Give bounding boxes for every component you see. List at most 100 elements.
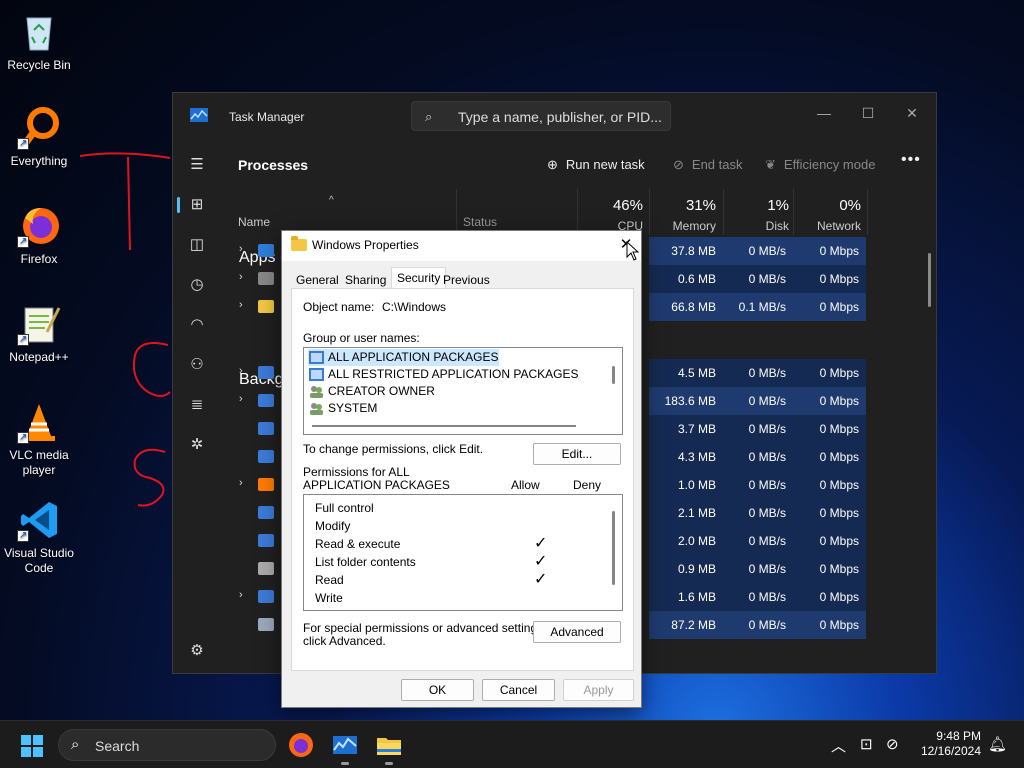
group-user-listbox[interactable]: ALL APPLICATION PACKAGES ALL RESTRICTED … bbox=[303, 347, 623, 435]
change-permissions-hint: To change permissions, click Edit. bbox=[303, 442, 484, 456]
disk-percent: 1% bbox=[767, 197, 789, 214]
search-placeholder: Type a name, publisher, or PID... bbox=[458, 109, 662, 125]
disk-cell: 0 MB/s bbox=[723, 265, 793, 293]
tab-general[interactable]: General bbox=[291, 271, 344, 289]
vertical-scrollbar[interactable] bbox=[928, 253, 931, 307]
more-options-icon[interactable]: ••• bbox=[901, 151, 921, 169]
disk-cell: 0 MB/s bbox=[723, 415, 793, 443]
processes-header: Processes ⊕ Run new task ⊘ End task ❦ Effic… bbox=[221, 137, 936, 189]
memory-cell: 1.6 MB bbox=[649, 583, 723, 611]
ok-button[interactable]: OK bbox=[401, 679, 474, 701]
window-title: Task Manager bbox=[229, 110, 305, 124]
minimize-button[interactable]: — bbox=[801, 99, 847, 127]
expand-chevron-icon[interactable]: › bbox=[239, 271, 243, 283]
taskbar-task-manager-icon[interactable] bbox=[329, 729, 361, 761]
mouse-cursor-icon bbox=[626, 241, 640, 261]
shortcut-arrow-icon bbox=[17, 332, 29, 347]
column-disk-header[interactable]: Disk bbox=[723, 219, 789, 233]
column-network-header[interactable]: Network bbox=[793, 219, 861, 233]
listbox-vertical-scrollbar[interactable] bbox=[612, 366, 615, 384]
column-memory-header[interactable]: Memory bbox=[649, 219, 716, 233]
shortcut-arrow-icon bbox=[17, 430, 29, 445]
package-group-icon bbox=[309, 351, 324, 364]
memory-percent: 31% bbox=[685, 197, 716, 214]
process-icon bbox=[258, 244, 274, 257]
tab-previous-versions[interactable]: Previous Versions bbox=[438, 271, 495, 301]
clock-date: 12/16/2024 bbox=[920, 744, 981, 758]
desktop-icon-recycle-bin[interactable]: Recycle Bin bbox=[0, 10, 78, 73]
network-cell: 0 Mbps bbox=[793, 293, 866, 321]
taskbar-file-explorer-icon[interactable] bbox=[373, 729, 405, 761]
network-cell: 0 Mbps bbox=[793, 237, 866, 265]
users-nav-icon[interactable]: ⚇ bbox=[179, 349, 215, 381]
expand-chevron-icon[interactable]: › bbox=[239, 243, 243, 255]
disk-cell: 0 MB/s bbox=[723, 237, 793, 265]
expand-chevron-icon[interactable]: › bbox=[239, 589, 243, 601]
network-cell: 0 Mbps bbox=[793, 471, 866, 499]
advanced-button[interactable]: Advanced bbox=[533, 621, 621, 643]
desktop-icon-notepadpp[interactable]: Notepad++ bbox=[0, 302, 78, 365]
processes-nav-icon[interactable]: ⊞ bbox=[179, 189, 215, 221]
run-new-task-button[interactable]: ⊕ Run new task bbox=[547, 157, 645, 173]
group-name: CREATOR OWNER bbox=[328, 384, 435, 398]
performance-nav-icon[interactable]: ◫ bbox=[179, 229, 215, 261]
disk-cell: 0 MB/s bbox=[723, 443, 793, 471]
settings-gear-icon[interactable]: ⚙ bbox=[179, 635, 215, 667]
desktop-icon-label: Visual Studio Code bbox=[4, 546, 74, 575]
expand-chevron-icon[interactable]: › bbox=[239, 477, 243, 489]
running-indicator bbox=[385, 762, 393, 765]
process-icon bbox=[258, 478, 274, 491]
details-nav-icon[interactable]: ≣ bbox=[179, 389, 215, 421]
show-hidden-icons-chevron-icon[interactable]: ︿ bbox=[831, 735, 846, 756]
task-manager-logo-icon bbox=[190, 108, 208, 122]
list-item[interactable]: ALL APPLICATION PACKAGES bbox=[308, 349, 499, 366]
close-button[interactable]: ✕ bbox=[889, 99, 935, 127]
expand-chevron-icon[interactable]: › bbox=[239, 393, 243, 405]
expand-chevron-icon[interactable]: › bbox=[239, 365, 243, 377]
column-name-header[interactable]: Name bbox=[238, 215, 270, 229]
system-clock[interactable]: 9:48 PM 12/16/2024 bbox=[905, 729, 981, 759]
memory-cell: 0.6 MB bbox=[649, 265, 723, 293]
desktop-icon-firefox[interactable]: Firefox bbox=[0, 204, 78, 267]
desktop-icon-everything[interactable]: Everything bbox=[0, 106, 78, 169]
network-cell: 0 Mbps bbox=[793, 611, 866, 639]
list-item[interactable]: CREATOR OWNER bbox=[308, 383, 435, 400]
taskbar-search-box[interactable]: ⌕ Search bbox=[58, 729, 276, 761]
notepadpp-icon bbox=[17, 302, 61, 347]
tab-sharing[interactable]: Sharing bbox=[340, 271, 391, 289]
permissions-listbox[interactable]: Full control Modify Read & execute ✓ List fo… bbox=[303, 494, 623, 611]
notifications-bell-icon[interactable]: 🔔︎ bbox=[988, 735, 1007, 753]
disk-cell: 0 MB/s bbox=[723, 359, 793, 387]
column-status-header[interactable]: Status bbox=[463, 215, 497, 229]
app-history-nav-icon[interactable]: ◷ bbox=[179, 269, 215, 301]
desktop-icon-vscode[interactable]: Visual Studio Code bbox=[0, 498, 78, 576]
process-search-input[interactable]: ⌕ Type a name, publisher, or PID... bbox=[411, 101, 671, 131]
listbox-horizontal-scrollbar[interactable] bbox=[312, 425, 576, 427]
list-item[interactable]: SYSTEM bbox=[308, 400, 377, 417]
start-button[interactable] bbox=[21, 735, 43, 757]
memory-cell: 2.1 MB bbox=[649, 499, 723, 527]
vlc-cone-icon bbox=[17, 400, 61, 445]
list-item[interactable]: ALL RESTRICTED APPLICATION PACKAGES bbox=[308, 366, 579, 383]
edit-button[interactable]: Edit... bbox=[533, 443, 621, 465]
maximize-button[interactable]: ☐ bbox=[845, 99, 891, 127]
network-cell: 0 Mbps bbox=[793, 415, 866, 443]
startup-apps-nav-icon[interactable]: ◠ bbox=[179, 309, 215, 341]
allow-column-header: Allow bbox=[511, 478, 540, 492]
dialog-title-bar: Windows Properties ✕ bbox=[282, 231, 641, 261]
efficiency-mode-button[interactable]: ❦ Efficiency mode bbox=[765, 157, 875, 173]
taskbar-firefox-icon[interactable] bbox=[285, 729, 317, 761]
package-group-icon bbox=[309, 368, 324, 381]
network-display-icon[interactable]: ⊡ bbox=[860, 735, 873, 753]
end-task-button[interactable]: ⊘ End task bbox=[673, 157, 743, 173]
volume-muted-icon[interactable]: ⊘ bbox=[886, 735, 899, 753]
everything-search-icon bbox=[17, 106, 61, 151]
hamburger-menu-icon[interactable]: ☰ bbox=[179, 149, 215, 181]
cancel-button[interactable]: Cancel bbox=[482, 679, 555, 701]
desktop-icon-vlc[interactable]: VLC media player bbox=[0, 400, 78, 478]
deny-column-header: Deny bbox=[573, 478, 602, 492]
expand-chevron-icon[interactable]: › bbox=[239, 299, 243, 311]
permissions-vertical-scrollbar[interactable] bbox=[612, 511, 615, 585]
services-nav-icon[interactable]: ✲ bbox=[179, 429, 215, 461]
apply-button[interactable]: Apply bbox=[563, 679, 634, 701]
